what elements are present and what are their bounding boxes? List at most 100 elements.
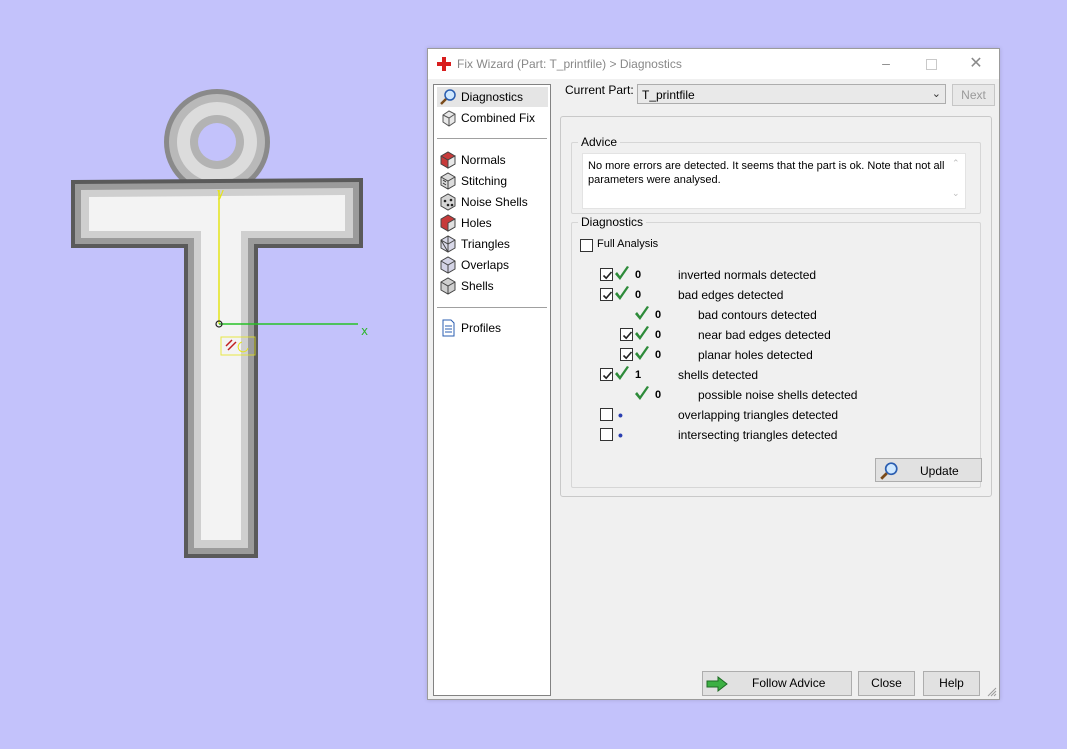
maximize-button[interactable] — [908, 49, 954, 79]
diagnostic-label: bad edges detected — [678, 288, 784, 302]
nav-item-label: Stitching — [461, 174, 508, 188]
diagnostic-checkbox[interactable] — [600, 408, 613, 421]
diagnostic-row: • overlapping triangles detected — [572, 407, 992, 427]
nav-item-label: Combined Fix — [461, 111, 536, 125]
nav-item-label: Overlaps — [461, 258, 510, 272]
diagnostic-label: possible noise shells detected — [698, 388, 858, 402]
nav-divider — [437, 138, 547, 139]
pending-dot: • — [618, 407, 623, 423]
ok-check-icon — [635, 326, 649, 340]
checkmark-icon — [622, 331, 633, 340]
diagnostics-group: Diagnostics Full Analysis 0 inverted norm… — [571, 215, 982, 488]
close-button[interactable]: Close — [858, 671, 915, 696]
diagnostic-checkbox[interactable] — [600, 288, 613, 301]
diagnostic-count: 0 — [655, 329, 662, 341]
nav-divider — [437, 307, 547, 308]
diagnostic-checkbox[interactable] — [620, 328, 633, 341]
diagnostics-panel: Advice No more errors are detected. It s… — [560, 116, 992, 497]
nav-item-label: Triangles — [461, 237, 510, 251]
nav-item-normals[interactable]: Normals — [437, 150, 548, 170]
noise-shells-icon — [440, 193, 456, 211]
overlaps-icon — [440, 256, 456, 274]
checkmark-icon — [602, 271, 613, 280]
ok-check-icon — [635, 386, 649, 400]
shells-icon — [440, 277, 456, 295]
normals-icon — [440, 151, 456, 169]
nav-item-shells[interactable]: Shells — [437, 276, 548, 296]
full-analysis-checkbox[interactable] — [580, 239, 593, 252]
advice-text: No more errors are detected. It seems th… — [588, 160, 945, 186]
maximize-icon — [925, 59, 937, 70]
nav-item-holes[interactable]: Holes — [437, 213, 548, 233]
nav-item-profiles[interactable]: Profiles — [437, 318, 548, 338]
document-icon — [442, 319, 455, 337]
nav-item-combined-fix[interactable]: Combined Fix — [437, 108, 548, 128]
nav-item-noise-shells[interactable]: Noise Shells — [437, 192, 548, 212]
magnifier-icon — [440, 89, 456, 105]
resize-grip-icon[interactable] — [987, 687, 997, 697]
update-button-label: Update — [920, 464, 959, 478]
update-button[interactable]: Update — [875, 458, 982, 482]
wizard-nav-panel: Diagnostics Combined Fix Normals Stitchi… — [433, 84, 551, 696]
ok-check-icon — [615, 286, 629, 300]
x-axis-label: x — [361, 324, 368, 338]
nav-item-label: Diagnostics — [461, 90, 524, 104]
diagnostic-count: 0 — [655, 309, 662, 321]
diagnostic-label: near bad edges detected — [698, 328, 831, 342]
diagnostic-checkbox[interactable] — [600, 428, 613, 441]
combined-fix-icon — [442, 110, 456, 127]
diagnostic-count: 0 — [635, 289, 642, 301]
nav-item-diagnostics[interactable]: Diagnostics — [437, 87, 548, 107]
diagnostic-label: inverted normals detected — [678, 268, 817, 282]
diagnostic-label: shells detected — [678, 368, 759, 382]
window-title: Fix Wizard (Part: T_printfile) > Diagnos… — [457, 57, 682, 71]
checkmark-icon — [622, 351, 633, 360]
diagnostic-checkbox[interactable] — [600, 268, 613, 281]
advice-textbox[interactable]: No more errors are detected. It seems th… — [582, 153, 966, 209]
checkmark-icon — [602, 371, 613, 380]
ok-check-icon — [615, 266, 629, 280]
diagnostic-checkbox[interactable] — [620, 348, 633, 361]
3d-viewport[interactable]: y x — [0, 0, 425, 746]
nav-item-label: Noise Shells — [461, 195, 528, 209]
advice-scrollbar[interactable]: ⌃ ⌄ — [949, 154, 965, 208]
nav-item-label: Holes — [461, 216, 492, 230]
ok-check-icon — [635, 346, 649, 360]
t-shaped-part-model[interactable]: y x — [0, 0, 425, 746]
scroll-down-icon: ⌄ — [952, 188, 960, 198]
diagnostic-row: 0 bad edges detected — [572, 286, 992, 307]
current-part-label: Current Part: — [565, 83, 634, 97]
full-analysis-label: Full Analysis — [597, 238, 659, 250]
diagnostic-row: 1 shells detected — [572, 366, 992, 387]
triangles-icon — [440, 235, 456, 253]
y-axis-label: y — [217, 186, 224, 200]
arrow-right-icon — [706, 676, 728, 692]
diagnostic-count: 0 — [635, 269, 642, 281]
help-button[interactable]: Help — [923, 671, 980, 696]
diagnostic-count: 0 — [655, 349, 662, 361]
holes-icon — [440, 214, 456, 232]
current-part-value: T_printfile — [642, 88, 695, 102]
diagnostic-row: 0 inverted normals detected — [572, 266, 992, 287]
ok-check-icon — [615, 366, 629, 380]
title-bar[interactable]: Fix Wizard (Part: T_printfile) > Diagnos… — [428, 49, 999, 79]
diagnostic-label: overlapping triangles detected — [678, 408, 839, 422]
nav-item-stitching[interactable]: Stitching — [437, 171, 548, 191]
nav-item-label: Shells — [461, 279, 494, 293]
close-window-button[interactable]: ✕ — [953, 49, 999, 79]
scroll-up-icon: ⌃ — [952, 158, 960, 168]
nav-item-overlaps[interactable]: Overlaps — [437, 255, 548, 275]
pending-dot: • — [618, 427, 623, 443]
red-cross-icon — [437, 57, 451, 71]
minimize-icon: – — [882, 55, 890, 71]
diagnostic-checkbox[interactable] — [600, 368, 613, 381]
chevron-down-icon: ⌄ — [931, 88, 941, 100]
minimize-button[interactable]: – — [863, 49, 909, 79]
ok-check-icon — [635, 306, 649, 320]
next-button[interactable]: Next — [952, 84, 995, 106]
follow-advice-button[interactable]: Follow Advice — [702, 671, 852, 696]
current-part-select[interactable]: T_printfile ⌄ — [637, 84, 946, 104]
advice-group-title: Advice — [578, 135, 621, 149]
nav-item-triangles[interactable]: Triangles — [437, 234, 548, 254]
advice-group: Advice No more errors are detected. It s… — [571, 135, 981, 214]
